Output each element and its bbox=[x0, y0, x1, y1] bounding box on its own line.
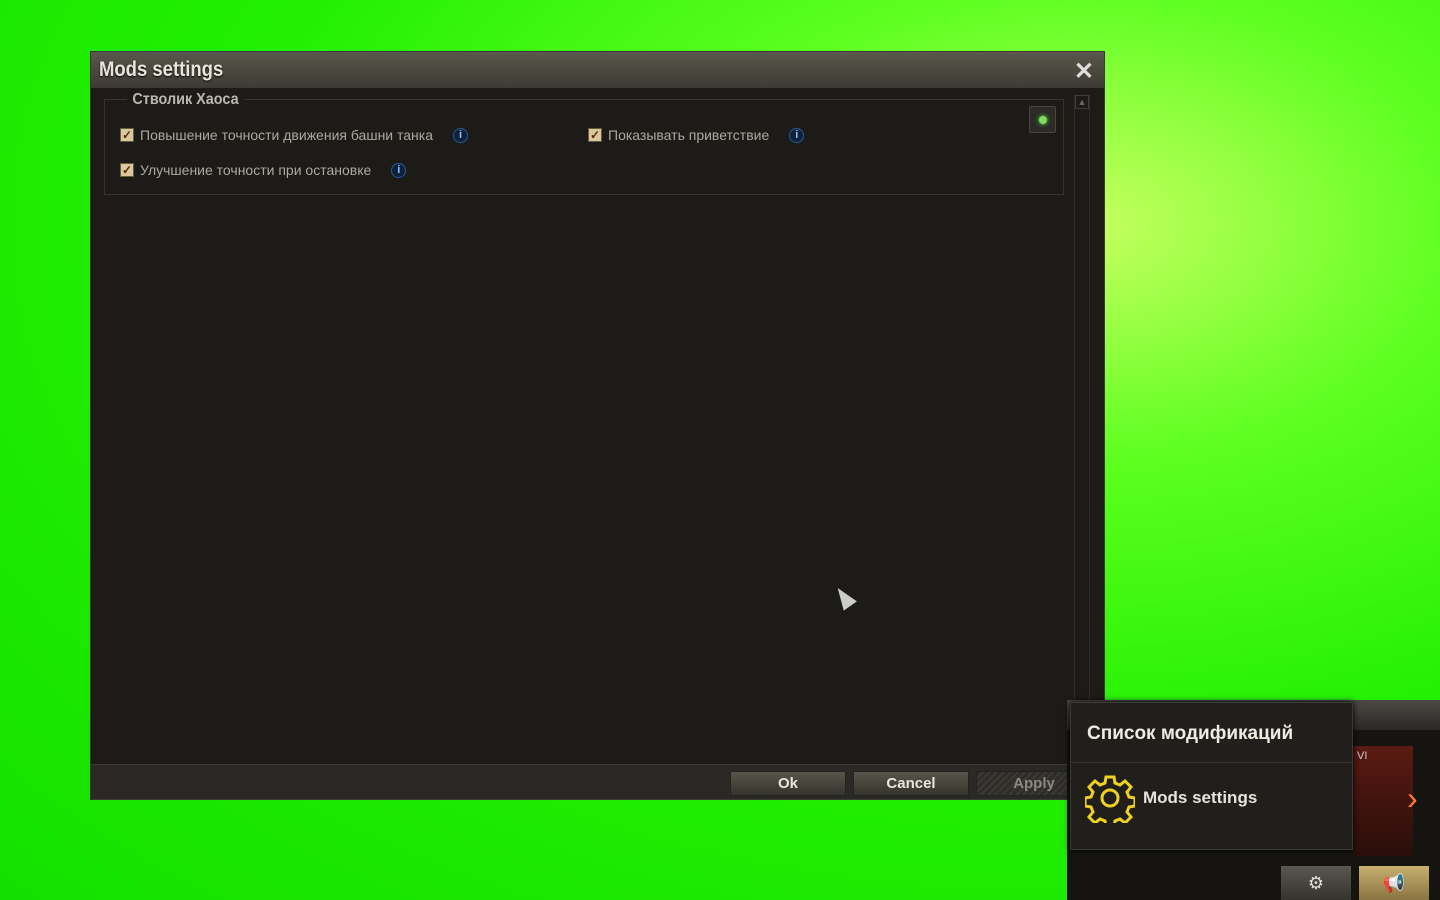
scroll-up-icon[interactable]: ▲ bbox=[1075, 95, 1089, 109]
info-icon[interactable]: i bbox=[789, 127, 805, 143]
option-label: Повышение точности движения башни танка bbox=[140, 127, 434, 143]
checkbox[interactable]: ✓ bbox=[588, 128, 602, 142]
mods-list-popup: Список модификаций Mods settings bbox=[1070, 702, 1353, 850]
info-icon[interactable]: i bbox=[453, 127, 469, 143]
mod-group: Стволик Хаоса ✓ Повышение точности движе… bbox=[104, 91, 1064, 195]
cancel-button[interactable]: Cancel bbox=[853, 771, 969, 796]
option-stop-accuracy[interactable]: ✓ Улучшение точности при остановке i bbox=[120, 162, 407, 178]
megaphone-icon: 📢 bbox=[1382, 873, 1406, 893]
dialog-title: Mods settings bbox=[99, 58, 224, 81]
option-show-greeting[interactable]: ✓ Показывать приветствие i bbox=[588, 127, 805, 143]
notifications-button[interactable]: 📢 bbox=[1359, 866, 1429, 900]
title-bar[interactable]: Mods settings ✕ bbox=[91, 52, 1104, 88]
checkbox[interactable]: ✓ bbox=[120, 128, 134, 142]
mods-icon: ⚙ bbox=[1307, 873, 1325, 893]
scrollbar[interactable]: ▲ bbox=[1074, 95, 1090, 725]
checkbox[interactable]: ✓ bbox=[120, 163, 134, 177]
next-arrow-icon[interactable]: › bbox=[1407, 780, 1418, 817]
close-icon[interactable]: ✕ bbox=[1074, 57, 1094, 86]
gear-icon bbox=[1085, 775, 1135, 823]
popup-item-label: Mods settings bbox=[1143, 788, 1258, 807]
popup-header: Список модификаций bbox=[1071, 703, 1352, 763]
info-icon[interactable]: i bbox=[391, 162, 407, 178]
ok-button[interactable]: Ok bbox=[730, 771, 846, 796]
group-title: Стволик Хаоса bbox=[127, 91, 244, 109]
option-label: Показывать приветствие bbox=[608, 127, 770, 143]
popup-item-mods-settings[interactable]: Mods settings bbox=[1071, 763, 1352, 833]
mods-list-button[interactable]: ⚙ bbox=[1281, 866, 1351, 900]
dialog-footer: Ok Cancel Apply bbox=[91, 764, 1104, 799]
collapse-group-button[interactable] bbox=[1029, 106, 1056, 133]
option-turret-accuracy[interactable]: ✓ Повышение точности движения башни танк… bbox=[120, 127, 469, 143]
tank-tier: VI bbox=[1357, 750, 1368, 762]
tank-card[interactable]: VI bbox=[1353, 746, 1413, 856]
option-label: Улучшение точности при остановке bbox=[140, 162, 372, 178]
collapse-icon bbox=[1038, 115, 1047, 124]
mods-settings-dialog: Mods settings ✕ Стволик Хаоса ✓ Повышени… bbox=[90, 51, 1105, 800]
